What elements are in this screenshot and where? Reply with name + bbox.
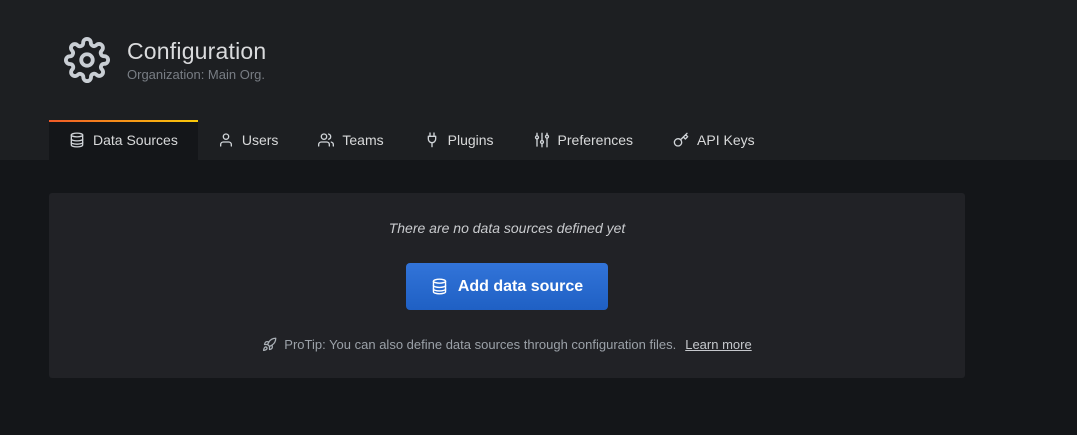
tab-label: API Keys (697, 132, 755, 148)
add-data-source-button-label: Add data source (458, 278, 583, 296)
protip: ProTip: You can also define data sources… (262, 337, 751, 352)
sliders-icon (534, 132, 550, 148)
page-header: Configuration Organization: Main Org. Da… (0, 0, 1077, 160)
page-header-title-group: Configuration Organization: Main Org. (64, 36, 1077, 84)
empty-state-message: There are no data sources defined yet (389, 220, 626, 236)
tab-plugins[interactable]: Plugins (404, 120, 514, 160)
learn-more-link[interactable]: Learn more (685, 337, 751, 352)
database-icon (431, 278, 448, 295)
add-data-source-button[interactable]: Add data source (406, 263, 608, 310)
page-content: There are no data sources defined yet Ad… (0, 160, 1077, 378)
page-titles: Configuration Organization: Main Org. (127, 38, 266, 82)
rocket-icon (262, 337, 277, 352)
key-icon (673, 132, 689, 148)
tab-label: Preferences (558, 132, 633, 148)
active-tab-indicator (49, 120, 198, 122)
config-tabs: Data Sources Users (49, 120, 1077, 160)
tab-data-sources[interactable]: Data Sources (49, 120, 198, 160)
plug-icon (424, 132, 440, 148)
users-icon (318, 132, 334, 148)
configuration-page: Configuration Organization: Main Org. Da… (0, 0, 1077, 378)
tab-label: Data Sources (93, 132, 178, 148)
data-sources-empty-panel: There are no data sources defined yet Ad… (49, 193, 965, 378)
tab-label: Teams (342, 132, 383, 148)
tab-preferences[interactable]: Preferences (514, 120, 653, 160)
page-title: Configuration (127, 38, 266, 64)
tab-users[interactable]: Users (198, 120, 299, 160)
tab-label: Users (242, 132, 279, 148)
page-subtitle: Organization: Main Org. (127, 67, 266, 82)
database-icon (69, 132, 85, 148)
tab-api-keys[interactable]: API Keys (653, 120, 775, 160)
tab-label: Plugins (448, 132, 494, 148)
user-icon (218, 132, 234, 148)
protip-text: ProTip: You can also define data sources… (284, 337, 676, 352)
tab-teams[interactable]: Teams (298, 120, 403, 160)
gear-icon (64, 37, 110, 83)
